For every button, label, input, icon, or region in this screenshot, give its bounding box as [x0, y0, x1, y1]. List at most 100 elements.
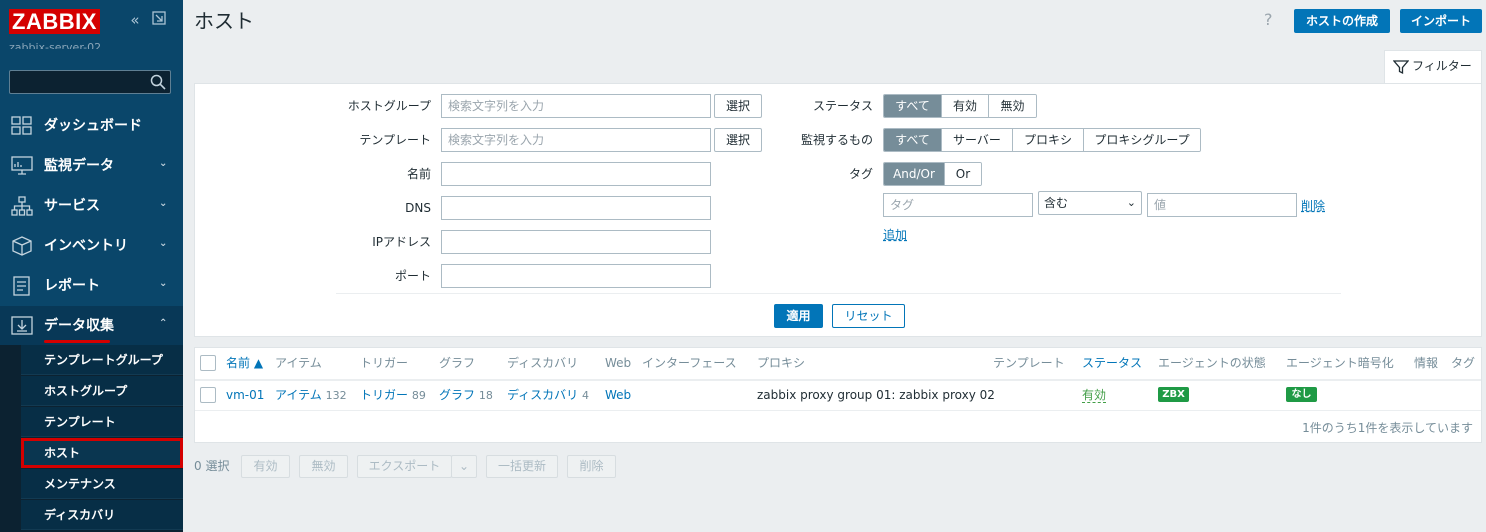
agent-zbx-badge[interactable]: ZBX	[1158, 387, 1189, 402]
ip-label: IPアドレス	[372, 235, 431, 249]
chevron-down-icon: ⌄	[159, 158, 168, 169]
col-agent-encryption: エージェント暗号化	[1286, 356, 1394, 370]
web-link[interactable]: Web	[605, 387, 631, 403]
graphs-link[interactable]: グラフ	[439, 388, 475, 402]
row-checkbox[interactable]	[200, 387, 216, 403]
server-name: zabbix-server-02	[9, 41, 102, 49]
services-icon	[11, 196, 33, 216]
proxy-cell: zabbix proxy group 01: zabbix proxy 02	[757, 388, 995, 402]
host-name-link[interactable]: vm-01	[226, 387, 264, 403]
chevron-down-icon: ⌄	[159, 198, 168, 209]
disable-button[interactable]: 無効	[299, 455, 348, 478]
tag-name-input[interactable]: タグ	[883, 193, 1033, 217]
port-label: ポート	[394, 269, 431, 283]
chevron-down-icon: ⌄	[1126, 196, 1136, 209]
col-name[interactable]: 名前 ▲	[226, 355, 263, 371]
filter-icon	[1393, 60, 1409, 75]
status-disabled-option[interactable]: 無効	[989, 95, 1036, 117]
reset-button[interactable]: リセット	[832, 304, 905, 328]
status-enabled-link[interactable]: 有効	[1082, 388, 1107, 403]
nav-inventory[interactable]: インベントリ ⌄	[0, 226, 183, 266]
collapse-sidebar-icon[interactable]: «	[126, 10, 144, 30]
nav-monitoring[interactable]: 監視データ ⌄	[0, 146, 183, 186]
create-host-button[interactable]: ホストの作成	[1294, 9, 1390, 33]
nav-dashboard[interactable]: ダッシュボード	[0, 106, 183, 146]
tag-remove-link[interactable]: 削除	[1301, 198, 1325, 214]
delete-button[interactable]: 削除	[567, 455, 616, 478]
nav-monitoring-label: 監視データ	[44, 158, 114, 174]
tag-and-or-option[interactable]: And/Or	[884, 163, 945, 185]
name-input[interactable]	[441, 162, 711, 186]
col-items: アイテム	[275, 356, 322, 370]
reports-icon	[13, 276, 30, 296]
mass-update-button[interactable]: 一括更新	[486, 455, 558, 478]
nav-reports[interactable]: レポート ⌄	[0, 266, 183, 306]
sidebar: ZABBIX « zabbix-server-02 ダッシュボード 監視データ …	[0, 0, 183, 532]
status-all-option[interactable]: すべて	[884, 95, 942, 117]
monitored-proxy-option[interactable]: プロキシ	[1013, 129, 1084, 151]
col-agent-status: エージェントの状態	[1158, 356, 1266, 370]
search-icon[interactable]	[150, 74, 166, 90]
nav-services[interactable]: サービス ⌄	[0, 186, 183, 226]
chevron-down-icon: ⌄	[159, 278, 168, 289]
sub-item-templates[interactable]: テンプレート	[21, 407, 183, 437]
col-proxy: プロキシ	[757, 356, 806, 370]
triggers-link[interactable]: トリガー	[360, 388, 408, 402]
sub-item-template-groups[interactable]: テンプレートグループ	[21, 345, 183, 375]
enable-button[interactable]: 有効	[241, 455, 290, 478]
sub-item-discovery[interactable]: ディスカバリ	[21, 500, 183, 530]
select-all-checkbox[interactable]	[200, 355, 216, 371]
filter-divider	[336, 293, 1341, 294]
sub-item-maintenance[interactable]: メンテナンス	[21, 469, 183, 499]
col-graphs: グラフ	[439, 356, 476, 370]
status-enabled-option[interactable]: 有効	[942, 95, 989, 117]
sub-item-host-groups[interactable]: ホストグループ	[21, 376, 183, 406]
apply-button[interactable]: 適用	[774, 304, 823, 328]
sidebar-search-input[interactable]	[9, 70, 171, 94]
tag-label: タグ	[848, 167, 873, 181]
tag-operator-select[interactable]: 含む ⌄	[1038, 191, 1142, 215]
tag-or-option[interactable]: Or	[945, 163, 981, 185]
import-button[interactable]: インポート	[1400, 9, 1482, 33]
chevron-up-icon: ⌃	[159, 318, 168, 329]
col-interface: インターフェース	[642, 356, 737, 370]
tag-operator-value: 含む	[1044, 196, 1069, 210]
dns-input[interactable]	[441, 196, 711, 220]
triggers-cell: トリガー 89	[360, 387, 426, 404]
monitored-by-label: 監視するもの	[800, 133, 873, 147]
help-icon[interactable]: ?	[1264, 10, 1273, 29]
tag-eval-segmented: And/Or Or	[883, 162, 982, 186]
monitored-by-segmented: すべて サーバー プロキシ プロキシグループ	[883, 128, 1201, 152]
port-input[interactable]	[441, 264, 711, 288]
inventory-icon	[12, 236, 32, 256]
host-group-input[interactable]: 検索文字列を入力	[441, 94, 711, 118]
export-dropdown-button[interactable]: ⌄	[451, 455, 477, 478]
tag-value-input[interactable]: 値	[1147, 193, 1297, 217]
monitored-proxy-group-option[interactable]: プロキシグループ	[1084, 129, 1200, 151]
nav-reports-label: レポート	[44, 278, 100, 294]
template-input[interactable]: 検索文字列を入力	[441, 128, 711, 152]
kiosk-mode-icon[interactable]	[150, 10, 168, 30]
data-collection-icon	[11, 316, 33, 335]
name-label: 名前	[406, 167, 431, 181]
sub-item-hosts[interactable]: ホスト	[21, 438, 183, 468]
zabbix-logo[interactable]: ZABBIX	[9, 9, 100, 34]
monitoring-icon	[11, 156, 33, 175]
ip-input[interactable]	[441, 230, 711, 254]
tag-add-link[interactable]: 追加	[883, 227, 907, 243]
nav-services-label: サービス	[44, 198, 100, 214]
nav-data-collection-label: データ収集	[44, 318, 114, 334]
chevron-down-icon: ⌄	[159, 238, 168, 249]
monitored-all-option[interactable]: すべて	[884, 129, 942, 151]
graphs-cell: グラフ 18	[439, 387, 493, 404]
header-divider	[195, 379, 1481, 381]
filter-tab[interactable]: フィルター	[1384, 50, 1482, 83]
col-discovery: ディスカバリ	[507, 356, 579, 370]
dns-label: DNS	[405, 201, 431, 215]
monitored-server-option[interactable]: サーバー	[942, 129, 1013, 151]
items-cell: アイテム 132	[275, 387, 347, 404]
export-button[interactable]: エクスポート	[357, 455, 452, 478]
col-status[interactable]: ステータス	[1082, 355, 1142, 371]
items-link[interactable]: アイテム	[275, 388, 322, 402]
discovery-link[interactable]: ディスカバリ	[507, 388, 578, 402]
